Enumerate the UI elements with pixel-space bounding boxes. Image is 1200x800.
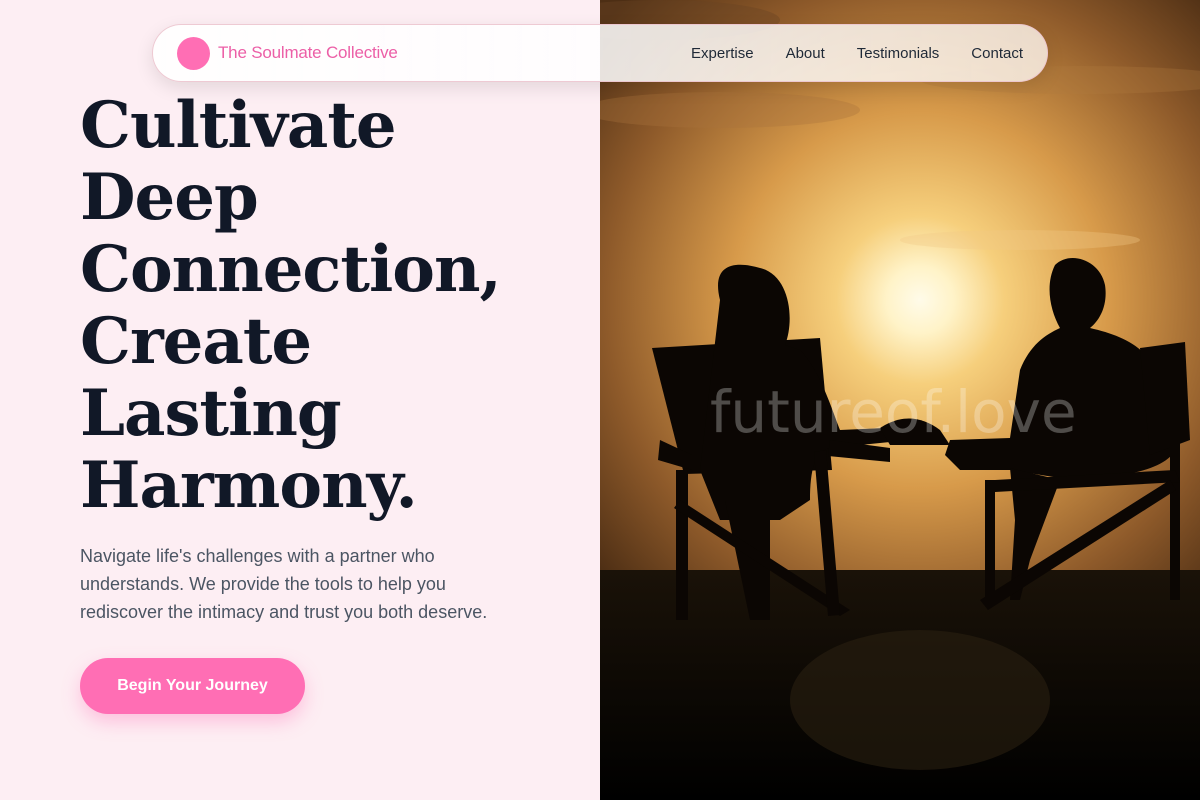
brand-logo-link[interactable]: The Soulmate Collective [177, 36, 398, 70]
nav-link-testimonials[interactable]: Testimonials [857, 45, 940, 62]
nav-link-expertise[interactable]: Expertise [691, 45, 754, 62]
hero-title-line: Create [80, 304, 312, 379]
hero-title-line: Cultivate [80, 88, 397, 163]
hero-title-line: Harmony. [80, 448, 418, 523]
image-watermark: futureof.love [710, 378, 1077, 446]
brand-logo-icon [177, 36, 210, 70]
begin-journey-button[interactable]: Begin Your Journey [80, 658, 305, 714]
nav-link-contact[interactable]: Contact [971, 45, 1023, 62]
brand-name: The Soulmate Collective [218, 43, 398, 62]
hero-subtitle: Navigate life's challenges with a partne… [80, 546, 488, 622]
hero-title: Cultivate Deep Connection, Create Lastin… [80, 90, 580, 522]
hero-image: futureof.love [600, 0, 1200, 800]
nav-links: Expertise About Testimonials Contact [691, 45, 1023, 62]
hero-title-line: Lasting [80, 376, 342, 451]
top-navbar: The Soulmate Collective Expertise About … [152, 24, 1048, 82]
couple-sunset-image: futureof.love [600, 0, 1200, 800]
hero-title-line: Deep [80, 160, 259, 235]
nav-link-about[interactable]: About [786, 45, 825, 62]
hero-title-line: Connection, [80, 232, 502, 307]
